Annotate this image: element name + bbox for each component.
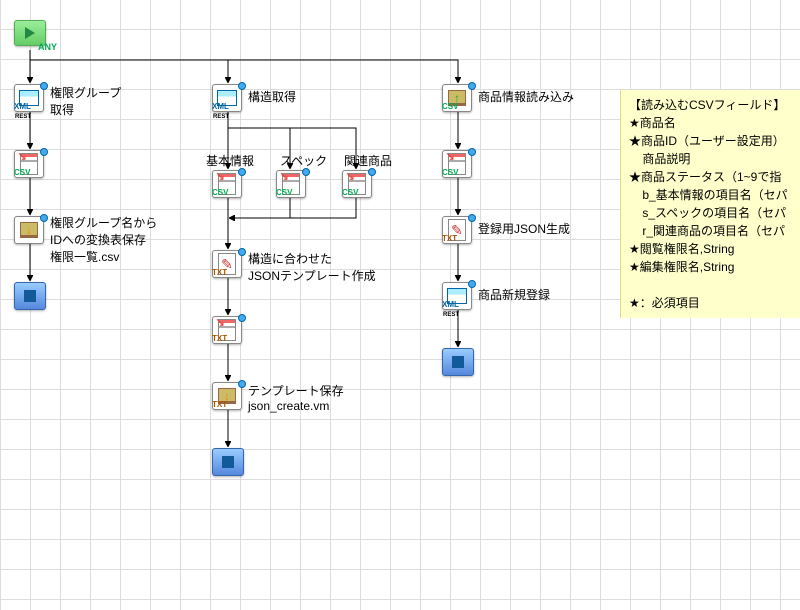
start-tag: ANY <box>38 42 57 52</box>
label-struct-get: 構造取得 <box>248 88 296 105</box>
label-prod-new: 商品新規登録 <box>478 286 550 303</box>
info-note: 【読み込むCSVフィールド】 ★商品名 ★商品ID（ユーザー設定用） 商品説明 … <box>620 90 800 318</box>
label-prod-load: 商品情報読み込み <box>478 88 574 105</box>
save-node-perm[interactable] <box>14 216 44 244</box>
xml-tag: XML <box>442 300 459 610</box>
label-json-gen: 登録用JSON生成 <box>478 220 570 237</box>
label-perm-save: 権限グループ名から IDへの変換表保存 権限一覧.csv <box>50 214 157 265</box>
stop-node-1[interactable] <box>14 282 46 310</box>
label-related: 関連商品 <box>344 152 392 169</box>
label-json-tpl: 構造に合わせた JSONテンプレート作成 <box>248 250 376 284</box>
label-basic: 基本情報 <box>206 152 254 169</box>
txt-tag: TXT <box>212 400 227 610</box>
label-perm-get: 権限グループ 取得 <box>50 84 121 118</box>
label-tpl-save: テンプレート保存 json_create.vm <box>248 382 344 413</box>
label-spec: スペック <box>280 152 327 169</box>
stop-node-2[interactable] <box>212 448 244 476</box>
stop-node-3[interactable] <box>442 348 474 376</box>
